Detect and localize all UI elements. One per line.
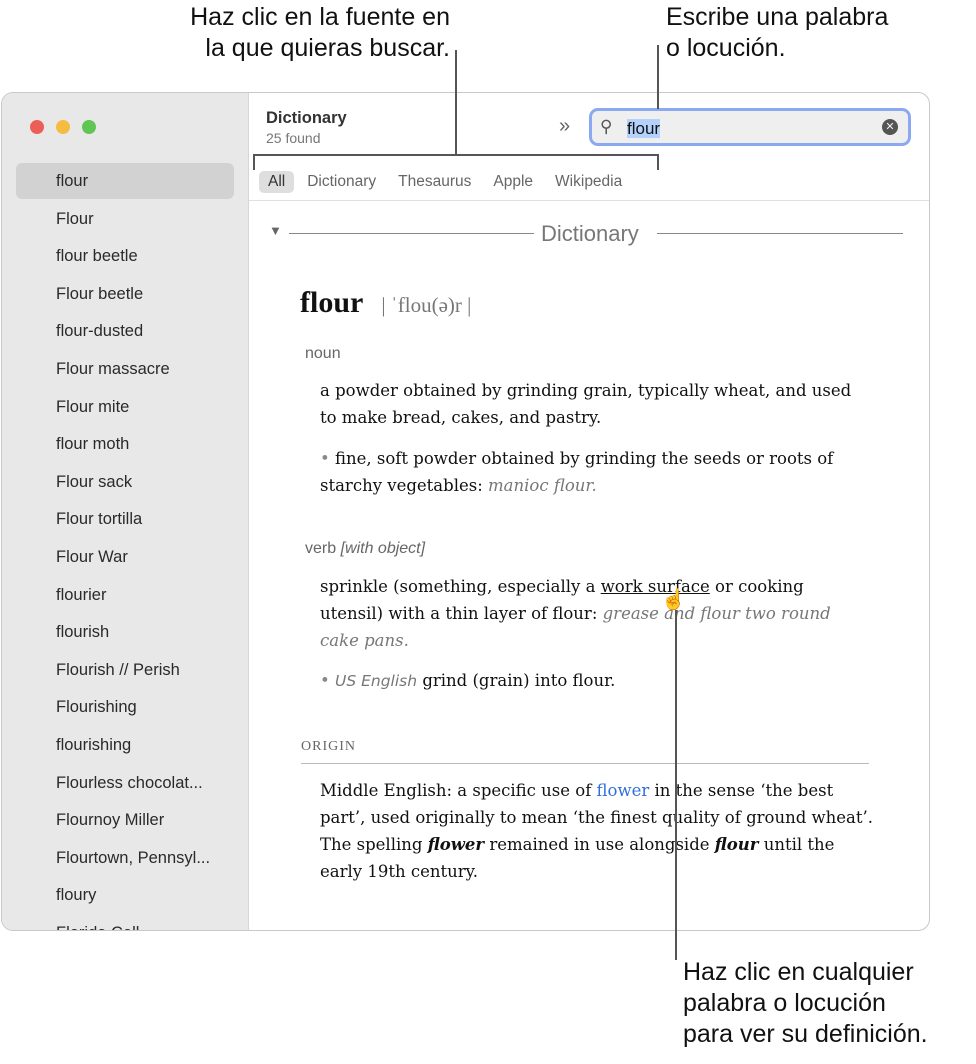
clear-icon[interactable]: ✕	[882, 119, 898, 135]
pos-verb: verb [with object]	[305, 540, 425, 558]
hovered-phrase[interactable]: work surface	[601, 577, 710, 596]
text: remained in use alongside	[484, 835, 715, 854]
result-count: 25 found	[266, 130, 321, 146]
register-label: US English	[334, 672, 418, 690]
header-title: Dictionary	[266, 109, 347, 127]
callout-source: Haz clic en la fuente en la que quieras b…	[145, 2, 450, 64]
rule	[289, 233, 534, 234]
sidebar-item[interactable]: Flour sack	[16, 464, 234, 500]
pronunciation: | ˈflou(ə)r |	[381, 293, 472, 317]
main-pane: Dictionary 25 found » ⚲ flour ✕ All Dict…	[249, 93, 929, 930]
tab-all[interactable]: All	[259, 171, 295, 193]
section-title: Dictionary	[541, 221, 639, 246]
rule	[301, 763, 869, 764]
tab-wikipedia[interactable]: Wikipedia	[546, 171, 631, 193]
origin-label: ORIGIN	[301, 739, 356, 754]
origin-text[interactable]: Middle English: a specific use of flower…	[320, 777, 880, 885]
sidebar-item[interactable]: flourishing	[16, 727, 234, 763]
pos-noun: noun	[305, 345, 341, 362]
callout-line: palabra o locución	[683, 989, 886, 1017]
example: manioc flour.	[488, 476, 597, 495]
callout-bracket	[253, 154, 659, 156]
definition-text: grind (grain) into flour.	[422, 671, 616, 690]
callout-line: Escribe una palabra	[666, 3, 889, 31]
sidebar-item[interactable]: Flourless chocolat...	[16, 765, 234, 801]
sidebar-item[interactable]: Flour tortilla	[16, 501, 234, 537]
double-chevron-icon[interactable]: »	[559, 115, 570, 138]
zoom-button[interactable]	[82, 120, 96, 134]
callout-line: Haz clic en la fuente en	[190, 3, 450, 31]
callout-line	[675, 610, 677, 960]
definition-text: sprinkle (something, especially a	[320, 577, 601, 596]
noun-definition-1[interactable]: a powder obtained by grinding grain, typ…	[320, 377, 860, 431]
section-header: ▼ Dictionary	[269, 221, 903, 246]
callout-line: la que quieras buscar.	[205, 34, 450, 62]
headword-row: flour | ˈflou(ə)r |	[300, 286, 471, 320]
callout-line	[455, 50, 457, 155]
dictionary-window: flour Flour flour beetle Flour beetle flour-…	[1, 92, 930, 931]
text: flour	[714, 835, 759, 854]
callout-line: o locución.	[666, 34, 786, 62]
sidebar-item[interactable]: Flour massacre	[16, 351, 234, 387]
source-tabs: All Dictionary Thesaurus Apple Wikipedia	[259, 171, 631, 193]
pos-label: verb	[305, 540, 337, 557]
sidebar-item[interactable]: flourier	[16, 577, 234, 613]
grammar-qualifier: [with object]	[340, 540, 426, 557]
flower-link[interactable]: flower	[597, 781, 650, 800]
disclosure-triangle-icon[interactable]: ▼	[269, 223, 282, 238]
sidebar-item[interactable]: flour beetle	[16, 238, 234, 274]
sidebar-item[interactable]: Flournoy Miller	[16, 802, 234, 838]
verb-definition-2[interactable]: • US English grind (grain) into flour.	[320, 667, 860, 695]
sidebar-item[interactable]: Flour mite	[16, 389, 234, 425]
sidebar-item[interactable]: flour	[16, 163, 234, 199]
callout-line: para ver su definición.	[683, 1020, 928, 1048]
sidebar-item[interactable]: Flour beetle	[16, 276, 234, 312]
sidebar-item[interactable]: Flour War	[16, 539, 234, 575]
sidebar-item[interactable]: flour moth	[16, 426, 234, 462]
sidebar-item[interactable]: Flourishing	[16, 689, 234, 725]
sidebar-item[interactable]: Flour	[16, 201, 234, 237]
divider	[249, 200, 929, 201]
callout-search: Escribe una palabra o locución.	[666, 2, 888, 64]
noun-definition-2[interactable]: • fine, soft powder obtained by grinding…	[320, 445, 880, 499]
sidebar-item[interactable]: Flourtown, Pennsyl...	[16, 840, 234, 876]
callout-line	[657, 45, 659, 109]
sidebar: flour Flour flour beetle Flour beetle flour-…	[2, 93, 249, 930]
search-input[interactable]: flour	[627, 119, 661, 138]
tab-thesaurus[interactable]: Thesaurus	[389, 171, 480, 193]
verb-definition-1[interactable]: sprinkle (something, especially a work s…	[320, 573, 860, 654]
text: flower	[427, 835, 485, 854]
sidebar-item[interactable]: Florida Coll...	[16, 915, 234, 930]
callout-bracket	[657, 154, 659, 170]
headword: flour	[300, 286, 364, 319]
sidebar-item[interactable]: flourish	[16, 614, 234, 650]
minimize-button[interactable]	[56, 120, 70, 134]
tab-apple[interactable]: Apple	[484, 171, 542, 193]
tab-dictionary[interactable]: Dictionary	[298, 171, 385, 193]
hand-pointer-icon: ☝	[661, 589, 686, 611]
search-icon: ⚲	[600, 117, 613, 136]
callout-bracket	[253, 154, 255, 170]
rule	[657, 233, 903, 234]
sidebar-item[interactable]: flour-dusted	[16, 313, 234, 349]
search-field[interactable]: ⚲ flour ✕	[589, 108, 911, 146]
sidebar-item[interactable]: Flourish // Perish	[16, 652, 234, 688]
close-button[interactable]	[30, 120, 44, 134]
callout-word: Haz clic en cualquier palabra o locución p…	[683, 957, 928, 1050]
text: Middle English: a specific use of	[320, 781, 597, 800]
callout-line: Haz clic en cualquier	[683, 958, 914, 986]
sidebar-item[interactable]: floury	[16, 877, 234, 913]
